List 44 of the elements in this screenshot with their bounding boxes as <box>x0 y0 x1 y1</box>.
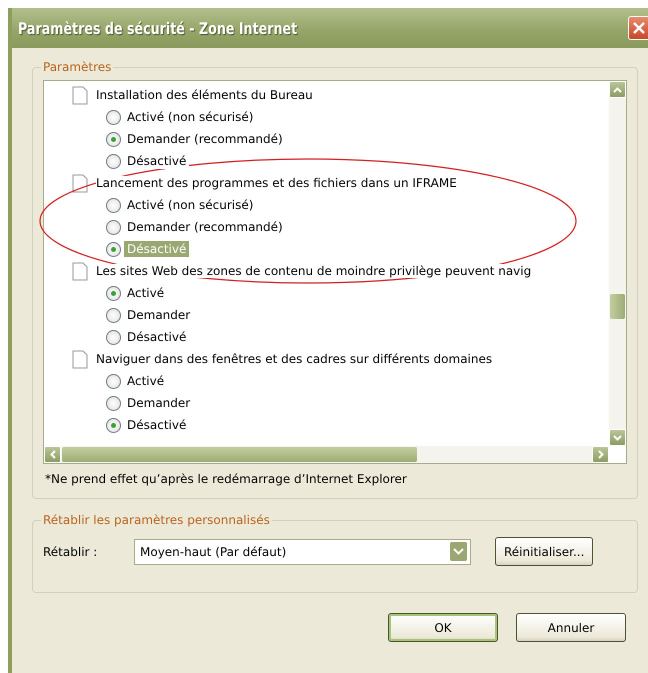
radio-button[interactable] <box>106 242 121 256</box>
radio-button[interactable] <box>106 374 121 388</box>
horizontal-scrollbar[interactable] <box>44 446 609 463</box>
group-title: Rétablir les paramètres personnalisés <box>42 513 271 527</box>
radio-button[interactable] <box>106 110 121 124</box>
radio-button[interactable] <box>106 308 121 322</box>
note-text: *Ne prend effet qu’après le redémarrage d’Internet Explorer <box>44 471 408 488</box>
window-title: Paramètres de sécurité - Zone Internet <box>18 18 298 38</box>
scrollbar-thumb[interactable] <box>610 294 625 319</box>
option-label: Désactivé <box>124 241 190 257</box>
radio-button[interactable] <box>106 198 121 212</box>
vertical-scrollbar[interactable] <box>609 81 626 446</box>
chevron-left-icon <box>50 450 56 459</box>
radio-button[interactable] <box>106 220 121 234</box>
scroll-left-button[interactable] <box>44 446 61 463</box>
setting-title: Lancement des programmes et des fichiers dans un IFRAME <box>96 176 457 190</box>
scroll-up-button[interactable] <box>609 81 626 98</box>
chevron-up-icon <box>613 86 622 92</box>
page-icon <box>72 350 88 368</box>
setting-title: Naviguer dans des fenêtres et des cadres sur différents domaines <box>96 352 492 366</box>
level-dropdown[interactable]: Moyen-haut (Par défaut) <box>134 538 471 564</box>
close-icon <box>632 21 646 35</box>
radio-button[interactable] <box>106 132 121 146</box>
setting-title: Les sites Web des zones de contenu de moindre privilège peuvent navig <box>96 264 532 278</box>
scroll-right-button[interactable] <box>592 446 609 463</box>
radio-button[interactable] <box>106 154 121 168</box>
radio-button[interactable] <box>106 396 121 410</box>
radio-button[interactable] <box>106 286 121 300</box>
field-label: Rétablir : <box>43 544 98 558</box>
page-icon <box>72 86 88 104</box>
page-icon <box>72 262 88 280</box>
dialog-button[interactable]: OK <box>388 613 498 642</box>
radio-button[interactable] <box>106 418 121 432</box>
dialog-button[interactable]: Annuler <box>516 613 626 642</box>
chevron-down-icon <box>613 434 622 440</box>
reset-button[interactable]: Réinitialiser... <box>495 537 594 566</box>
chevron-right-icon <box>598 450 604 459</box>
page-icon <box>72 174 88 192</box>
scrollbar-thumb[interactable] <box>62 447 417 462</box>
setting-title: Installation des éléments du Bureau <box>96 88 313 102</box>
scroll-down-button[interactable] <box>609 429 626 446</box>
radio-button[interactable] <box>106 330 121 344</box>
close-button[interactable] <box>628 16 648 40</box>
group-title: Paramètres <box>42 60 112 74</box>
